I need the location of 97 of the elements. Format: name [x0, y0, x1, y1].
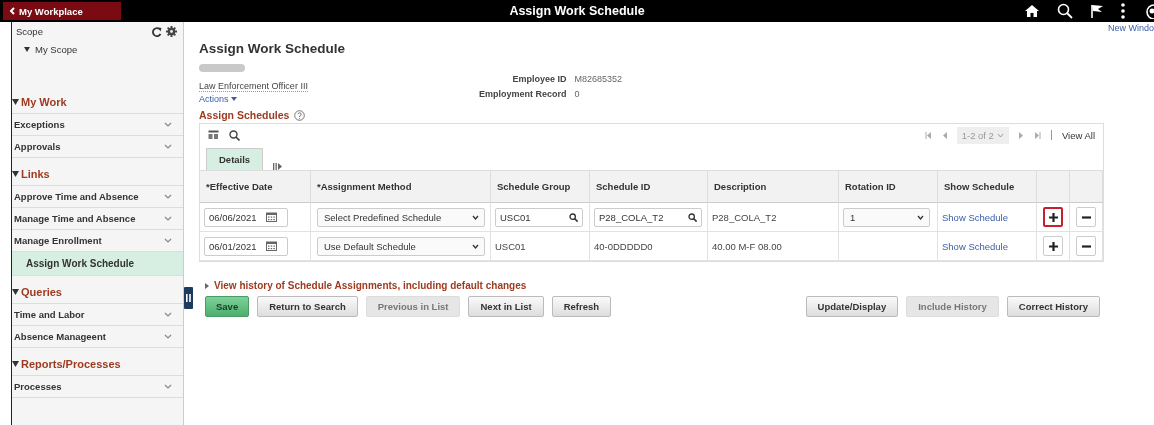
- show-schedule-link[interactable]: Show Schedule: [942, 240, 1009, 252]
- action-button[interactable]: Correct History: [1006, 296, 1100, 317]
- lookup-field[interactable]: USC01: [495, 207, 583, 227]
- cell-text: USC01: [495, 240, 526, 252]
- chevron-down-icon: [164, 384, 172, 389]
- column-header: *Effective Date: [200, 171, 311, 203]
- plus-icon: [1048, 241, 1058, 251]
- section-header[interactable]: Links: [12, 163, 183, 186]
- actions-menu[interactable]: Actions: [199, 94, 237, 104]
- nav-item[interactable]: Exceptions: [12, 114, 183, 136]
- chevron-down-icon: [164, 238, 172, 243]
- more-options-icon[interactable]: [1121, 3, 1125, 19]
- chevron-down-icon: [917, 214, 924, 220]
- chevron-down-icon: [164, 334, 172, 339]
- collapse-handle-icon[interactable]: [184, 287, 193, 309]
- view-all-link[interactable]: View All: [1061, 129, 1095, 141]
- minus-icon: [1081, 215, 1091, 219]
- nav-item[interactable]: Processes: [12, 376, 183, 398]
- search-icon[interactable]: [229, 129, 240, 141]
- column-header: Schedule ID: [590, 171, 708, 203]
- cell-text: 40.00 M-F 08.00: [712, 240, 782, 252]
- add-row-button[interactable]: [1043, 207, 1063, 227]
- chevron-down-icon: [164, 194, 172, 199]
- personalize-grid-icon[interactable]: [208, 130, 219, 140]
- nav-item[interactable]: Time and Labor: [12, 304, 183, 326]
- nav-subitem[interactable]: Assign Work Schedule: [12, 252, 183, 276]
- flag-icon[interactable]: [1090, 3, 1104, 19]
- scope-item[interactable]: My Scope: [24, 44, 177, 55]
- caret-icon: [12, 171, 19, 177]
- calendar-icon[interactable]: [265, 212, 277, 222]
- action-button[interactable]: Next in List: [468, 296, 544, 317]
- page-title: Assign Work Schedule: [509, 4, 645, 18]
- home-icon[interactable]: [1024, 4, 1040, 18]
- caret-icon: [12, 289, 19, 295]
- column-header: Description: [708, 171, 839, 203]
- assignment-method-dropdown[interactable]: Use Default Schedule: [317, 236, 485, 256]
- delete-row-button[interactable]: [1076, 207, 1096, 227]
- column-header: Schedule Group: [491, 171, 590, 203]
- job-title: Law Enforcement Officer III: [199, 81, 308, 92]
- nav-item[interactable]: Approvals: [12, 136, 183, 158]
- search-icon[interactable]: [1057, 3, 1073, 19]
- save-button[interactable]: Save: [205, 296, 250, 317]
- field-value: 0: [574, 89, 581, 99]
- show-all-columns-icon[interactable]: [273, 163, 283, 170]
- field-label: Employment Record: [479, 89, 567, 99]
- column-header: *Assignment Method: [311, 171, 491, 203]
- field-label: Employee ID: [511, 74, 567, 84]
- new-window-link[interactable]: New Windo: [1108, 23, 1154, 33]
- nav-item[interactable]: Absence Manageent: [12, 326, 183, 348]
- column-header: Show Schedule: [938, 171, 1037, 203]
- back-chevron-icon: [9, 7, 16, 15]
- action-button[interactable]: Update/Display: [805, 296, 899, 317]
- back-button[interactable]: My Workplace: [3, 2, 121, 20]
- section-title: Assign Schedules: [199, 109, 290, 121]
- section-header[interactable]: My Work: [12, 91, 183, 114]
- plus-icon: [1048, 212, 1058, 222]
- chevron-down-icon: [472, 214, 479, 220]
- column-header: Rotation ID: [839, 171, 938, 203]
- refresh-icon[interactable]: [152, 26, 162, 37]
- page-heading: Assign Work Schedule: [199, 41, 347, 56]
- section-header[interactable]: Reports/Processes: [12, 353, 183, 376]
- delete-row-button[interactable]: [1076, 236, 1096, 256]
- action-button[interactable]: Refresh: [551, 296, 612, 317]
- lookup-field[interactable]: P28_COLA_T2: [594, 207, 702, 227]
- nav-item[interactable]: Approve Time and Absence: [12, 186, 183, 208]
- chevron-down-icon: [164, 144, 172, 149]
- search-icon[interactable]: [569, 212, 578, 222]
- assignment-method-dropdown[interactable]: Select Predefined Schedule: [317, 207, 485, 227]
- minus-icon: [1081, 244, 1091, 248]
- chevron-down-icon: [996, 132, 1004, 138]
- cell-text: P28_COLA_T2: [712, 211, 777, 223]
- caret-down-icon: [230, 97, 237, 101]
- redacted-name: [199, 64, 245, 72]
- help-icon[interactable]: [294, 109, 306, 121]
- field-value: M82685352: [574, 74, 623, 84]
- grid-tab[interactable]: Details: [206, 148, 264, 170]
- action-button[interactable]: Return to Search: [257, 296, 358, 317]
- history-link[interactable]: View history of Schedule Assignments, including default changes: [214, 280, 527, 291]
- search-icon[interactable]: [688, 212, 697, 222]
- settings-icon[interactable]: [166, 26, 177, 37]
- date-field[interactable]: 06/01/2021: [204, 236, 288, 256]
- chevron-down-icon: [164, 312, 172, 317]
- show-schedule-link[interactable]: Show Schedule: [942, 211, 1009, 223]
- chevron-down-icon: [164, 122, 172, 127]
- caret-down-icon: [24, 47, 30, 52]
- scope-label: Scope: [16, 26, 44, 37]
- section-header[interactable]: Queries: [12, 281, 183, 304]
- rotation-dropdown[interactable]: 1: [843, 207, 930, 227]
- caret-icon: [12, 99, 19, 105]
- expand-triangle-icon[interactable]: [205, 282, 209, 289]
- chevron-down-icon: [472, 243, 479, 249]
- calendar-icon[interactable]: [265, 241, 277, 251]
- chevron-down-icon: [164, 216, 172, 221]
- cell-text: 40-0DDDDD0: [594, 240, 653, 252]
- caret-icon: [12, 361, 19, 367]
- nav-item[interactable]: Manage Time and Absence: [12, 208, 183, 230]
- date-field[interactable]: 06/06/2021: [204, 207, 288, 227]
